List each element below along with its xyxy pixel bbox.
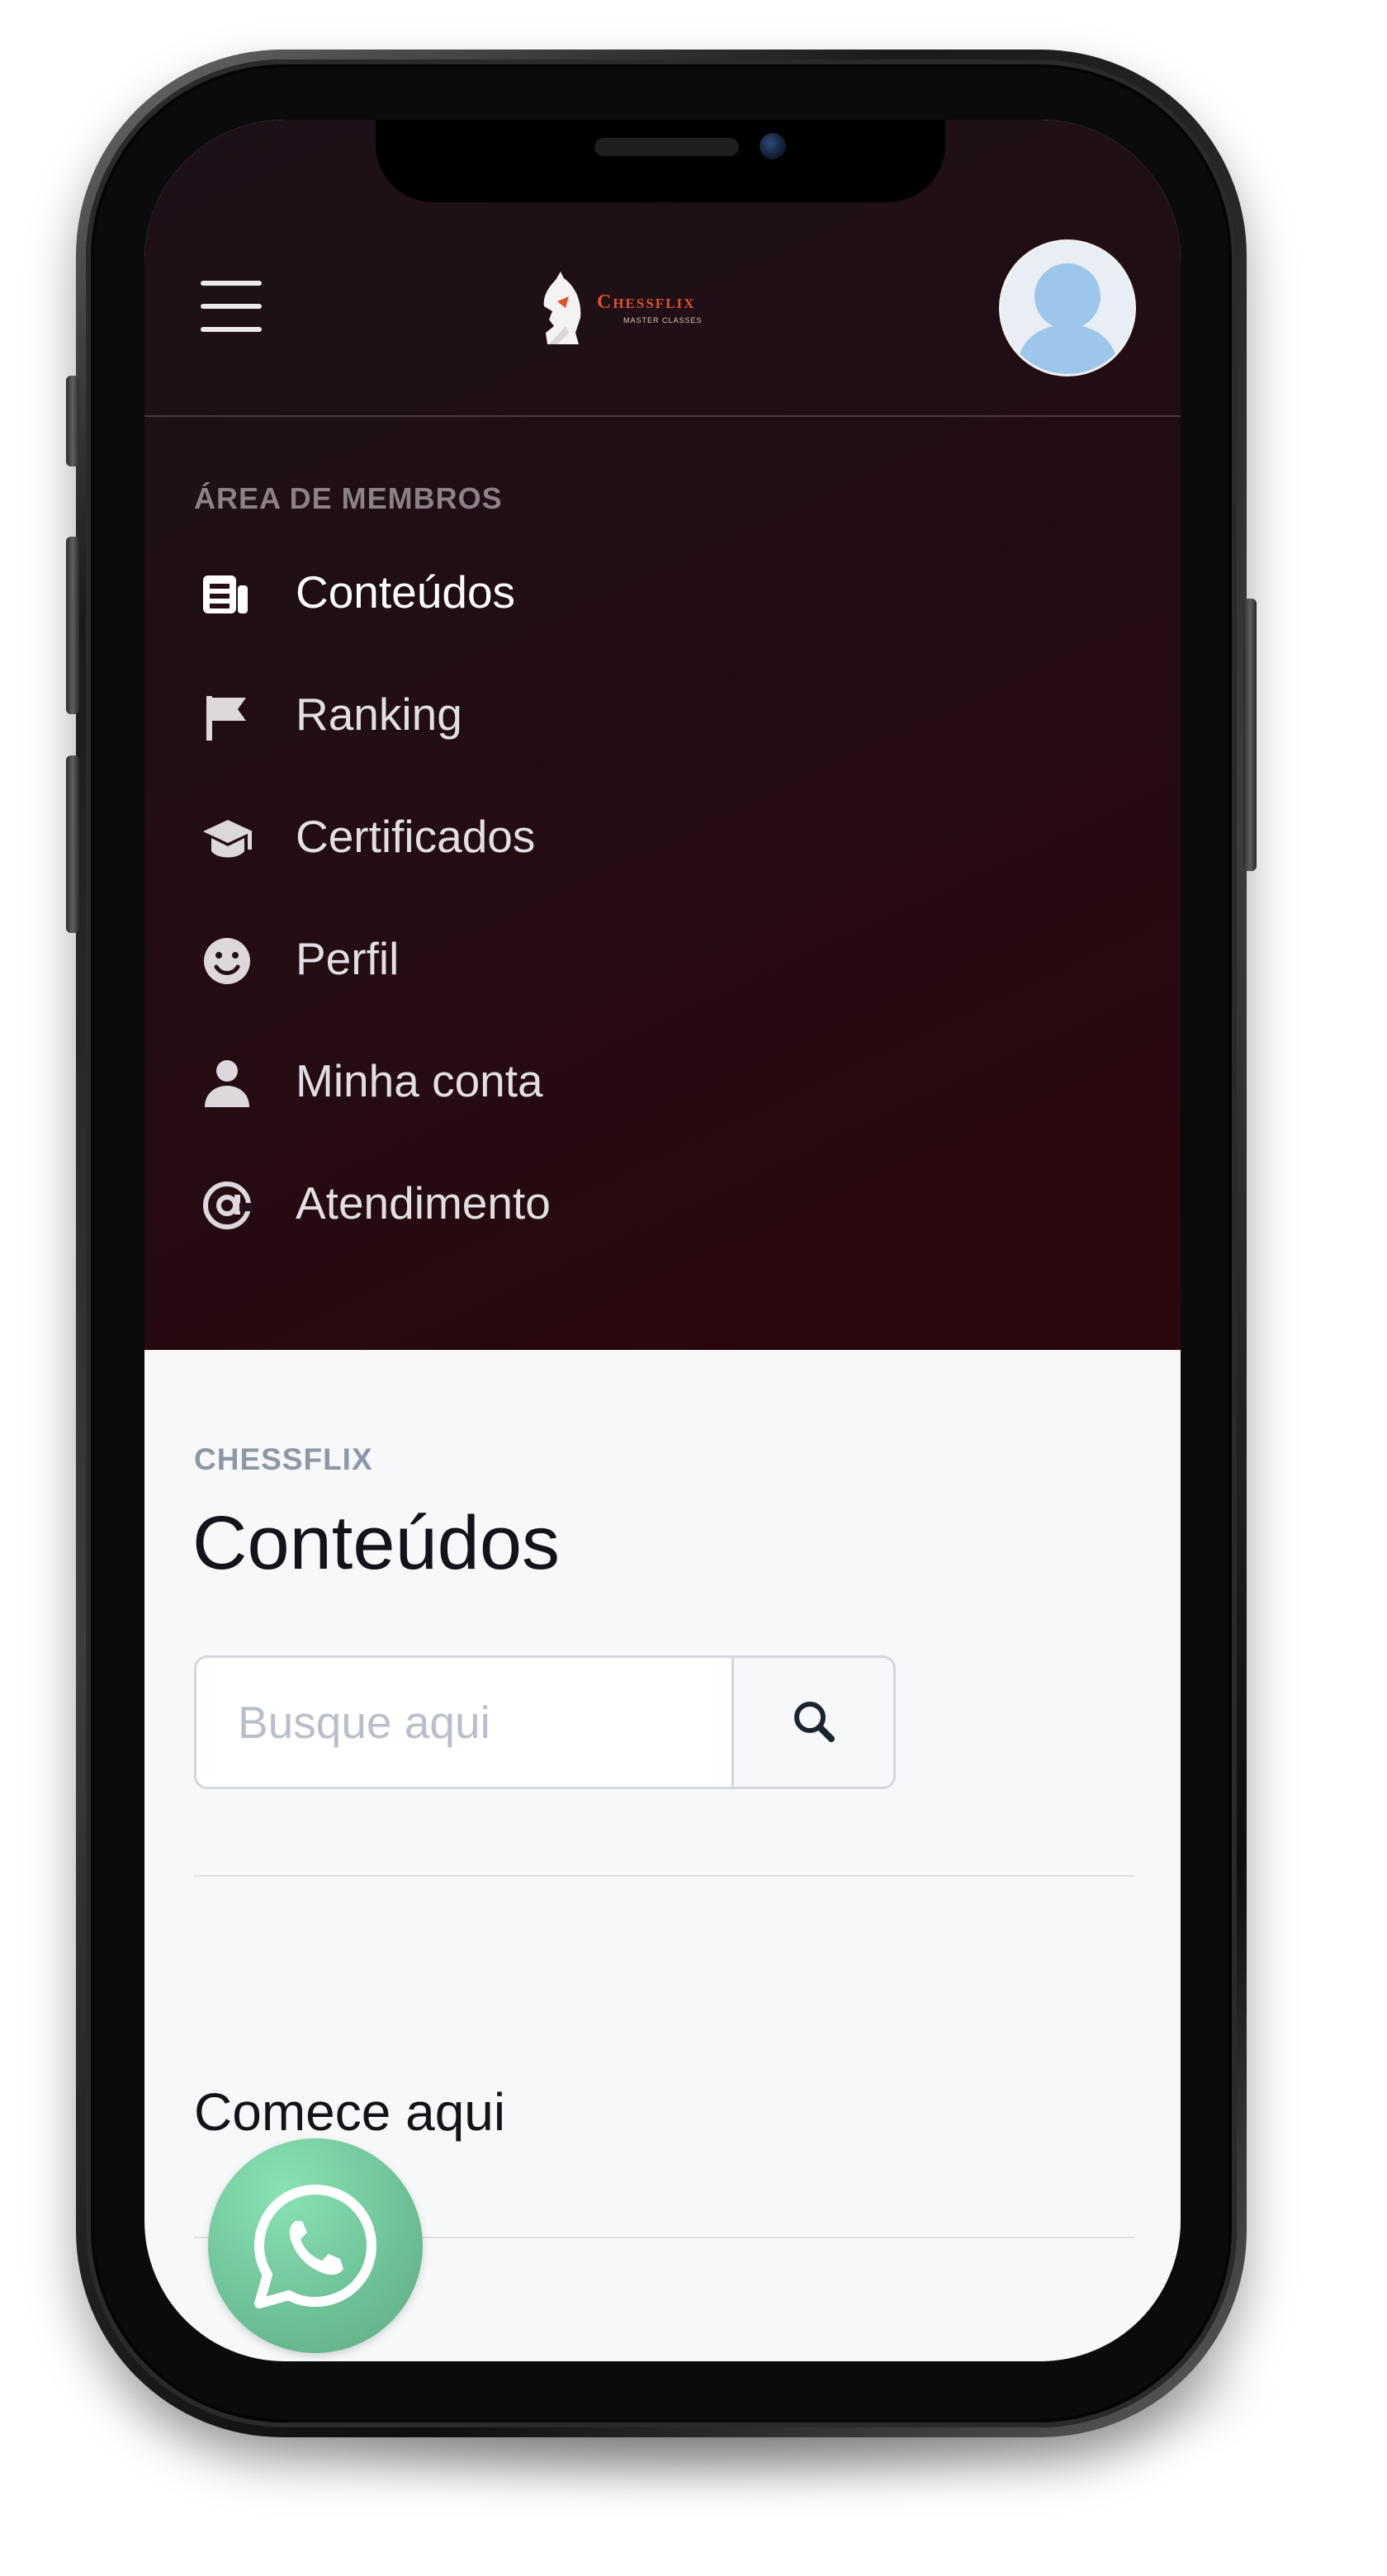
sidebar-item-label: Certificados	[296, 811, 536, 862]
sidebar-item-label: Conteúdos	[296, 566, 516, 618]
sidebar-item-label: Minha conta	[296, 1055, 543, 1106]
person-icon	[205, 1060, 249, 1107]
sidebar-item-minha-conta[interactable]: Minha conta	[190, 1038, 685, 1129]
knight-logo-icon	[543, 272, 581, 344]
sidebar-item-atendimento[interactable]: Atendimento	[190, 1160, 685, 1251]
whatsapp-icon	[254, 2185, 376, 2308]
content-divider	[194, 1875, 1135, 1877]
sidebar-item-label: Ranking	[296, 689, 462, 740]
breadcrumb: CHESSFLIX	[194, 1442, 373, 1476]
sidebar-item-perfil[interactable]: Perfil	[190, 916, 685, 1006]
section-heading: Comece aqui	[194, 2082, 506, 2142]
earpiece-speaker	[594, 138, 739, 156]
logo-wordmark: Chessflix	[597, 291, 696, 313]
logo-subtext: MASTER CLASSES	[623, 316, 703, 324]
news-icon	[203, 575, 248, 613]
graduation-cap-icon	[203, 820, 253, 858]
phone-screen: Chessflix MASTER CLASSES ÁREA DE MEMBROS…	[144, 120, 1181, 2361]
member-menu-panel: Chessflix MASTER CLASSES ÁREA DE MEMBROS…	[144, 120, 1181, 1350]
silent-switch	[66, 376, 79, 466]
members-area-label: ÁREA DE MEMBROS	[194, 481, 503, 515]
hamburger-menu-button[interactable]	[201, 281, 262, 332]
volume-down-button	[66, 755, 79, 933]
sidebar-item-conteudos[interactable]: Conteúdos	[190, 549, 685, 640]
search-button[interactable]	[731, 1658, 893, 1787]
header-divider	[144, 415, 1181, 417]
sidebar-item-certificados[interactable]: Certificados	[190, 793, 685, 884]
user-avatar[interactable]	[1001, 242, 1134, 374]
search-icon	[794, 1702, 835, 1742]
search-input[interactable]	[196, 1658, 731, 1787]
search-box	[194, 1655, 896, 1789]
sidebar-item-label: Perfil	[296, 933, 400, 984]
whatsapp-button[interactable]	[208, 2138, 423, 2353]
phone-notch	[376, 120, 945, 202]
at-sign-icon	[203, 1181, 253, 1229]
sidebar-item-label: Atendimento	[296, 1177, 551, 1229]
power-button	[1243, 599, 1257, 871]
person-silhouette-icon	[1016, 263, 1119, 374]
smiley-icon	[204, 938, 250, 984]
flag-icon	[206, 696, 246, 741]
sidebar-item-ranking[interactable]: Ranking	[190, 671, 685, 762]
volume-up-button	[66, 537, 79, 714]
page-title: Conteúdos	[192, 1501, 560, 1585]
front-camera	[760, 133, 786, 159]
chessflix-logo[interactable]: Chessflix MASTER CLASSES	[533, 268, 747, 359]
